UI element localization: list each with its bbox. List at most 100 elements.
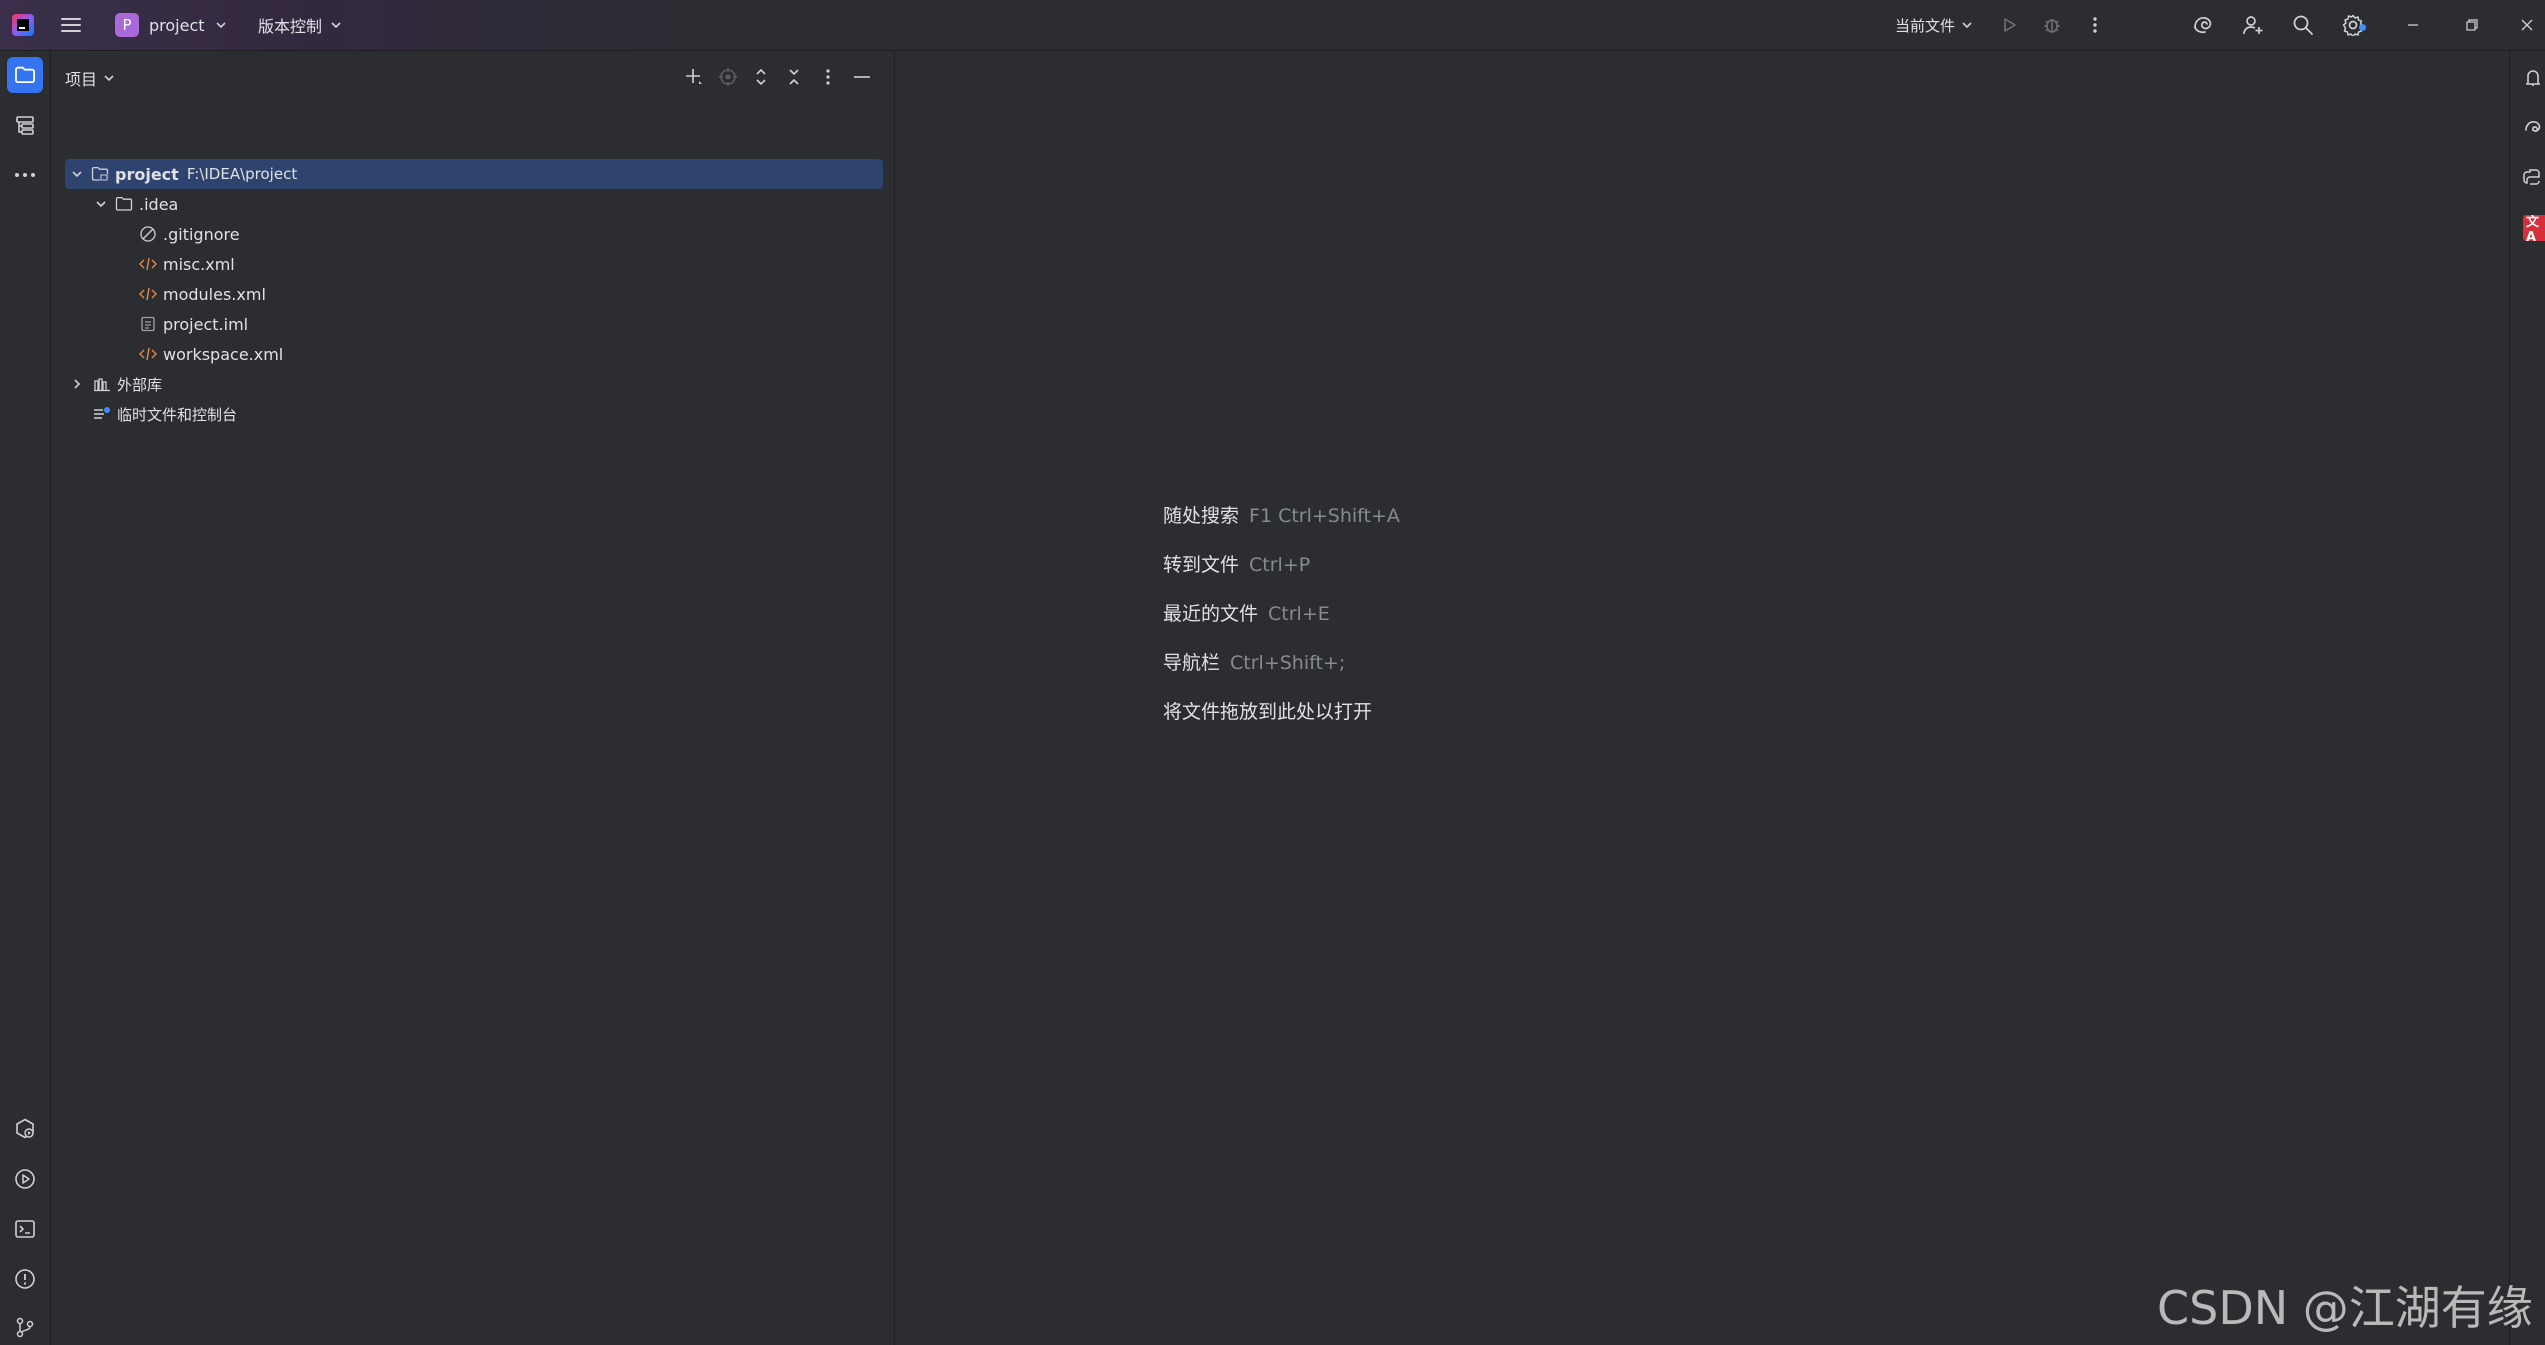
services-tool-button[interactable] bbox=[7, 1111, 43, 1147]
python-console-icon bbox=[2523, 169, 2540, 185]
project-panel-header: 项目 bbox=[51, 51, 894, 103]
chevron-down-icon bbox=[215, 22, 226, 29]
window-restore-button[interactable] bbox=[2457, 0, 2487, 50]
run-button[interactable] bbox=[1996, 0, 2022, 50]
add-user-button[interactable] bbox=[2240, 0, 2266, 50]
tree-item-idea-folder[interactable]: .idea bbox=[93, 189, 178, 219]
tree-item-label: 外部库 bbox=[117, 375, 163, 394]
right-tool-strip: 文A bbox=[2509, 51, 2545, 1345]
project-switcher[interactable]: P project bbox=[115, 0, 227, 50]
hint-search-everywhere[interactable]: 随处搜索 F1 Ctrl+Shift+A bbox=[1163, 501, 1400, 528]
hint-shortcut: Ctrl+P bbox=[1249, 554, 1311, 576]
chevron-down-icon bbox=[331, 22, 341, 29]
run-config-label: 当前文件 bbox=[1895, 16, 1956, 35]
more-actions-button[interactable] bbox=[2082, 0, 2108, 50]
xml-file-icon bbox=[139, 285, 157, 303]
library-icon bbox=[93, 375, 111, 393]
hint-label: 随处搜索 bbox=[1163, 505, 1240, 527]
tree-item-label: misc.xml bbox=[163, 254, 235, 274]
settings-button[interactable] bbox=[2340, 0, 2366, 50]
hint-recent-files[interactable]: 最近的文件 Ctrl+E bbox=[1163, 599, 1330, 626]
tree-item-project-root[interactable]: project F:\IDEA\project bbox=[65, 159, 883, 189]
ai-chat-icon bbox=[2525, 121, 2541, 132]
more-horizontal-icon bbox=[15, 173, 35, 177]
translation-plugin-badge[interactable]: 文A bbox=[2523, 215, 2545, 241]
search-icon bbox=[2290, 12, 2316, 38]
folder-icon bbox=[115, 195, 133, 213]
debug-icon bbox=[2039, 12, 2065, 38]
tree-item-label: workspace.xml bbox=[163, 344, 284, 364]
iml-file-icon bbox=[139, 315, 157, 333]
tree-item-gitignore[interactable]: .gitignore bbox=[139, 219, 240, 249]
expand-all-icon bbox=[756, 68, 766, 86]
panel-title: 项目 bbox=[65, 70, 98, 89]
git-icon bbox=[16, 1317, 34, 1338]
editor-area[interactable]: 随处搜索 F1 Ctrl+Shift+A 转到文件 Ctrl+P 最近的文件 Ctrl… bbox=[895, 51, 2509, 1345]
tree-item-workspace-xml[interactable]: workspace.xml bbox=[139, 339, 283, 369]
debug-button[interactable] bbox=[2039, 0, 2065, 50]
more-tool-windows-button[interactable] bbox=[7, 157, 43, 193]
update-indicator bbox=[2359, 24, 2366, 31]
run-icon bbox=[1996, 12, 2022, 38]
plus-icon bbox=[686, 69, 702, 84]
locate-file-button[interactable] bbox=[715, 64, 741, 90]
search-button[interactable] bbox=[2290, 0, 2316, 50]
hide-panel-button[interactable] bbox=[849, 64, 875, 90]
expand-all-button[interactable] bbox=[748, 64, 774, 90]
hint-shortcut: Ctrl+E bbox=[1268, 603, 1330, 625]
problems-tool-button[interactable] bbox=[7, 1261, 43, 1297]
hint-navigation-bar[interactable]: 导航栏 Ctrl+Shift+; bbox=[1163, 648, 1345, 675]
run-tool-button[interactable] bbox=[7, 1161, 43, 1197]
panel-options-button[interactable] bbox=[815, 64, 841, 90]
tree-item-project-iml[interactable]: project.iml bbox=[139, 309, 248, 339]
terminal-tool-button[interactable] bbox=[7, 1211, 43, 1247]
xml-file-icon bbox=[139, 345, 157, 363]
python-console-button[interactable] bbox=[2516, 162, 2545, 192]
tree-item-label: project.iml bbox=[163, 314, 249, 334]
vcs-menu[interactable]: 版本控制 bbox=[258, 0, 342, 50]
add-user-icon bbox=[2240, 12, 2266, 38]
new-file-button[interactable] bbox=[681, 64, 707, 90]
project-tool-button[interactable] bbox=[7, 57, 43, 93]
tree-item-modules-xml[interactable]: modules.xml bbox=[139, 279, 266, 309]
close-icon bbox=[2521, 19, 2533, 31]
window-minimize-button[interactable] bbox=[2398, 0, 2428, 50]
chevron-down-icon bbox=[104, 75, 114, 82]
project-view-selector[interactable]: 项目 bbox=[65, 66, 115, 90]
hint-goto-file[interactable]: 转到文件 Ctrl+P bbox=[1163, 550, 1310, 577]
tree-item-misc-xml[interactable]: misc.xml bbox=[139, 249, 235, 279]
notifications-button[interactable] bbox=[2516, 62, 2545, 92]
title-bar: P project 版本控制 当前文件 bbox=[0, 0, 2545, 51]
structure-tool-button[interactable] bbox=[7, 107, 43, 143]
collapse-all-button[interactable] bbox=[781, 64, 807, 90]
app-logo[interactable] bbox=[12, 0, 38, 50]
terminal-icon bbox=[15, 1220, 35, 1238]
tree-item-scratches[interactable]: 临时文件和控制台 bbox=[93, 399, 237, 429]
run-configuration-selector[interactable]: 当前文件 bbox=[1895, 0, 1973, 50]
project-badge: P bbox=[115, 13, 139, 37]
services-icon bbox=[16, 1118, 34, 1139]
chevron-down-icon[interactable] bbox=[69, 166, 85, 182]
hint-label: 导航栏 bbox=[1163, 652, 1221, 674]
collapse-all-icon bbox=[789, 69, 799, 85]
tree-item-label: .idea bbox=[139, 194, 179, 214]
tree-item-label: .gitignore bbox=[163, 224, 240, 244]
ai-assistant-button[interactable] bbox=[2190, 0, 2216, 50]
window-close-button[interactable] bbox=[2512, 0, 2542, 50]
badge-text: 文A bbox=[2526, 215, 2540, 241]
chevron-down-icon[interactable] bbox=[93, 196, 109, 212]
target-icon bbox=[719, 68, 737, 86]
chevron-right-icon[interactable] bbox=[69, 376, 85, 392]
hint-shortcut: F1 Ctrl+Shift+A bbox=[1249, 505, 1400, 527]
ai-assistant-icon bbox=[2190, 12, 2216, 38]
project-tool-window: 项目 project F:\IDEA\project .idea .gitign… bbox=[51, 51, 895, 1345]
tree-item-external-libraries[interactable]: 外部库 bbox=[69, 369, 162, 399]
project-path: F:\IDEA\project bbox=[186, 165, 298, 183]
project-name: project bbox=[149, 15, 205, 35]
hamburger-menu-icon[interactable] bbox=[60, 0, 88, 50]
ai-chat-button[interactable] bbox=[2516, 112, 2545, 142]
git-tool-button[interactable] bbox=[7, 1309, 43, 1345]
left-tool-strip bbox=[0, 51, 51, 1345]
ignore-file-icon bbox=[139, 225, 157, 243]
hint-drop-files: 将文件拖放到此处以打开 bbox=[1163, 697, 1372, 724]
